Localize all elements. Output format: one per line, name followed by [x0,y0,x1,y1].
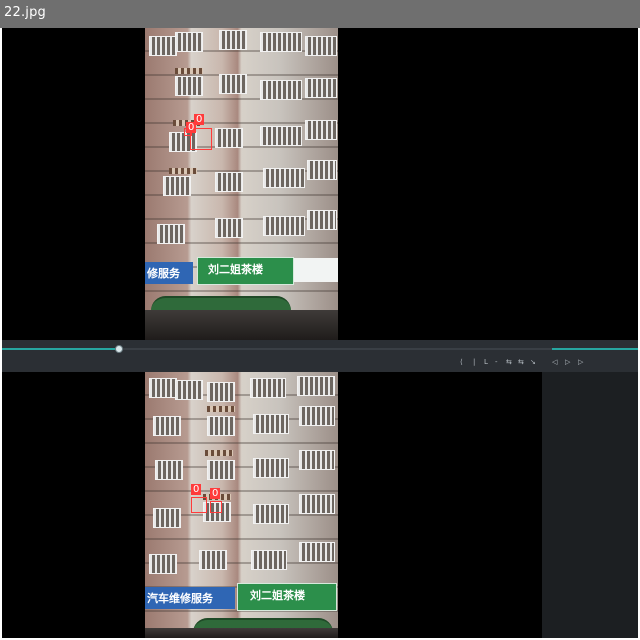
shop-sign-left: 汽车维修服务 [145,587,235,609]
timeline-progress [2,348,117,350]
control-icon[interactable]: | [473,358,475,366]
control-icon[interactable]: - [495,358,498,366]
top-video-frame: 修服务 刘二姐茶楼 0 0 [145,28,338,340]
shop-sign-middle: 刘二姐茶楼 [197,257,294,285]
control-icon[interactable]: ⇆ [506,358,512,366]
window-title: 22.jpg [4,5,46,20]
shop-sign-right [294,258,338,282]
viewer-window: 22.jpg 修服务 刘二姐茶楼 0 0 汽车维修服务 刘二姐茶楼 0 0 ⟨ … [0,0,640,640]
shop-sign-middle: 刘二姐茶楼 [237,583,337,611]
shop-sign-middle-text: 刘二姐茶楼 [208,263,263,276]
detection-label: 0 [210,488,221,499]
right-side-panel [542,372,638,638]
timeline-right-indicator [552,348,638,350]
control-icon[interactable]: ◁ [552,358,557,366]
street-ground [145,628,338,638]
shop-sign-left-text: 汽车维修服务 [147,592,213,605]
control-icon[interactable]: ▷ [578,358,583,366]
control-icon[interactable]: ▷ [565,358,570,366]
detection-box [191,497,207,513]
shop-sign-left: 修服务 [145,262,193,284]
video-timeline: ⟨ | L - ⇆ ⇆ ↘ ◁ ▷ ▷ [2,340,638,372]
street-ground [145,310,338,340]
title-bar: 22.jpg [0,0,640,28]
shop-sign-middle-text: 刘二姐茶楼 [250,589,305,602]
detection-label: 0 [186,122,197,133]
control-icon[interactable]: ↘ [530,358,536,366]
building-windows [145,28,338,271]
shop-sign-left-text: 修服务 [147,267,180,280]
bottom-video-frame: 汽车维修服务 刘二姐茶楼 0 0 [145,372,338,638]
control-icon[interactable]: ⇆ [518,358,524,366]
control-icon[interactable]: ⟨ [460,358,463,366]
detection-box [210,501,222,513]
detection-label: 0 [191,484,202,495]
building-windows [145,372,338,579]
control-icon[interactable]: L [484,358,488,366]
timeline-playhead-handle[interactable] [115,345,123,353]
